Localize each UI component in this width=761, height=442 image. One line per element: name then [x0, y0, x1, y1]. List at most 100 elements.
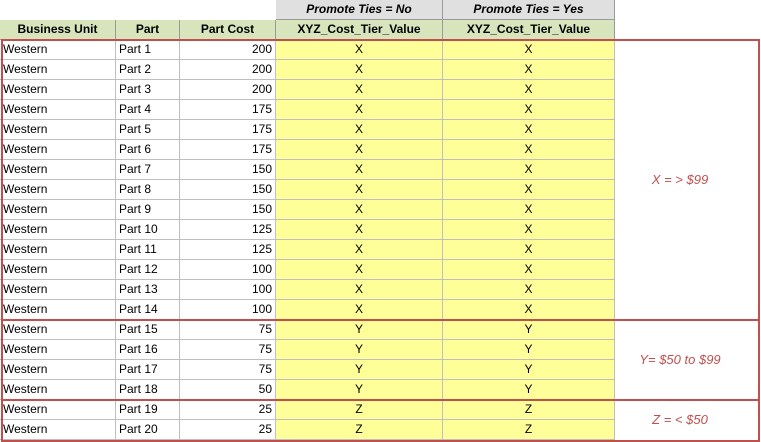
cell-business-unit[interactable]: Western	[0, 400, 116, 420]
cell-tier-no[interactable]: X	[276, 280, 443, 300]
cell-tier-yes[interactable]: X	[443, 180, 615, 200]
cell-tier-no[interactable]: X	[276, 100, 443, 120]
cell-part-cost[interactable]: 150	[180, 160, 276, 180]
cell-tier-no[interactable]: X	[276, 300, 443, 320]
cell-business-unit[interactable]: Western	[0, 140, 116, 160]
cell-business-unit[interactable]: Western	[0, 60, 116, 80]
cell-tier-yes[interactable]: X	[443, 80, 615, 100]
cell-part[interactable]: Part 10	[116, 220, 180, 240]
cell-part[interactable]: Part 8	[116, 180, 180, 200]
cell-tier-no[interactable]: Y	[276, 360, 443, 380]
cell-tier-no[interactable]: Z	[276, 400, 443, 420]
header-part[interactable]: Part	[116, 20, 180, 40]
cell-part-cost[interactable]: 75	[180, 320, 276, 340]
cell-part[interactable]: Part 12	[116, 260, 180, 280]
cell-tier-yes[interactable]: Z	[443, 420, 615, 440]
cell-part-cost[interactable]: 100	[180, 300, 276, 320]
cell-tier-yes[interactable]: Y	[443, 320, 615, 340]
cell-part[interactable]: Part 6	[116, 140, 180, 160]
cell-business-unit[interactable]: Western	[0, 180, 116, 200]
cell-tier-yes[interactable]: Y	[443, 380, 615, 400]
cell-business-unit[interactable]: Western	[0, 100, 116, 120]
cell-part[interactable]: Part 19	[116, 400, 180, 420]
cell-part-cost[interactable]: 200	[180, 60, 276, 80]
cell-part-cost[interactable]: 200	[180, 80, 276, 100]
cell-tier-yes[interactable]: X	[443, 260, 615, 280]
cell-tier-no[interactable]: X	[276, 260, 443, 280]
cell-tier-yes[interactable]: X	[443, 40, 615, 60]
cell-part[interactable]: Part 5	[116, 120, 180, 140]
cell-tier-yes[interactable]: Y	[443, 360, 615, 380]
cell-part[interactable]: Part 9	[116, 200, 180, 220]
header-business-unit[interactable]: Business Unit	[0, 20, 116, 40]
cell-part-cost[interactable]: 75	[180, 340, 276, 360]
cell-part[interactable]: Part 2	[116, 60, 180, 80]
cell-tier-yes[interactable]: X	[443, 140, 615, 160]
cell-part[interactable]: Part 16	[116, 340, 180, 360]
cell-part-cost[interactable]: 200	[180, 40, 276, 60]
cell-tier-no[interactable]: Z	[276, 420, 443, 440]
cell-part-cost[interactable]: 100	[180, 280, 276, 300]
cell-tier-yes[interactable]: X	[443, 240, 615, 260]
cell-tier-no[interactable]: Y	[276, 340, 443, 360]
cell-business-unit[interactable]: Western	[0, 280, 116, 300]
cell-tier-no[interactable]: X	[276, 240, 443, 260]
cell-business-unit[interactable]: Western	[0, 300, 116, 320]
cell-part[interactable]: Part 14	[116, 300, 180, 320]
cell-business-unit[interactable]: Western	[0, 420, 116, 440]
cell-business-unit[interactable]: Western	[0, 260, 116, 280]
header-promote-no[interactable]: Promote Ties = No	[276, 0, 443, 20]
cell-business-unit[interactable]: Western	[0, 240, 116, 260]
cell-business-unit[interactable]: Western	[0, 220, 116, 240]
cell-business-unit[interactable]: Western	[0, 200, 116, 220]
cell-business-unit[interactable]: Western	[0, 80, 116, 100]
header-tier-yes[interactable]: XYZ_Cost_Tier_Value	[443, 20, 615, 40]
cell-part[interactable]: Part 13	[116, 280, 180, 300]
cell-business-unit[interactable]: Western	[0, 360, 116, 380]
cell-tier-no[interactable]: X	[276, 80, 443, 100]
cell-part-cost[interactable]: 75	[180, 360, 276, 380]
cell-part-cost[interactable]: 175	[180, 140, 276, 160]
cell-part-cost[interactable]: 25	[180, 400, 276, 420]
cell-part-cost[interactable]: 100	[180, 260, 276, 280]
cell-part-cost[interactable]: 125	[180, 240, 276, 260]
cell-part[interactable]: Part 11	[116, 240, 180, 260]
cell-part-cost[interactable]: 50	[180, 380, 276, 400]
cell-part[interactable]: Part 1	[116, 40, 180, 60]
cell-business-unit[interactable]: Western	[0, 40, 116, 60]
cell-part[interactable]: Part 18	[116, 380, 180, 400]
cell-tier-yes[interactable]: X	[443, 280, 615, 300]
header-tier-no[interactable]: XYZ_Cost_Tier_Value	[276, 20, 443, 40]
cell-business-unit[interactable]: Western	[0, 380, 116, 400]
cell-part-cost[interactable]: 125	[180, 220, 276, 240]
cell-part[interactable]: Part 4	[116, 100, 180, 120]
cell-tier-yes[interactable]: X	[443, 300, 615, 320]
cell-tier-yes[interactable]: X	[443, 220, 615, 240]
cell-business-unit[interactable]: Western	[0, 340, 116, 360]
cell-tier-yes[interactable]: X	[443, 60, 615, 80]
cell-part[interactable]: Part 15	[116, 320, 180, 340]
cell-part[interactable]: Part 3	[116, 80, 180, 100]
cell-tier-yes[interactable]: X	[443, 160, 615, 180]
cell-tier-yes[interactable]: X	[443, 200, 615, 220]
cell-tier-yes[interactable]: Y	[443, 340, 615, 360]
cell-tier-yes[interactable]: Z	[443, 400, 615, 420]
cell-part-cost[interactable]: 150	[180, 180, 276, 200]
cell-part-cost[interactable]: 175	[180, 120, 276, 140]
cell-tier-no[interactable]: Y	[276, 380, 443, 400]
cell-tier-no[interactable]: X	[276, 60, 443, 80]
cell-part[interactable]: Part 7	[116, 160, 180, 180]
header-promote-yes[interactable]: Promote Ties = Yes	[443, 0, 615, 20]
cell-part-cost[interactable]: 25	[180, 420, 276, 440]
cell-business-unit[interactable]: Western	[0, 160, 116, 180]
cell-part[interactable]: Part 17	[116, 360, 180, 380]
cell-tier-no[interactable]: Y	[276, 320, 443, 340]
cell-tier-no[interactable]: X	[276, 180, 443, 200]
cell-tier-no[interactable]: X	[276, 200, 443, 220]
cell-business-unit[interactable]: Western	[0, 120, 116, 140]
cell-part-cost[interactable]: 175	[180, 100, 276, 120]
cell-business-unit[interactable]: Western	[0, 320, 116, 340]
cell-tier-no[interactable]: X	[276, 160, 443, 180]
cell-tier-no[interactable]: X	[276, 120, 443, 140]
cell-tier-yes[interactable]: X	[443, 100, 615, 120]
